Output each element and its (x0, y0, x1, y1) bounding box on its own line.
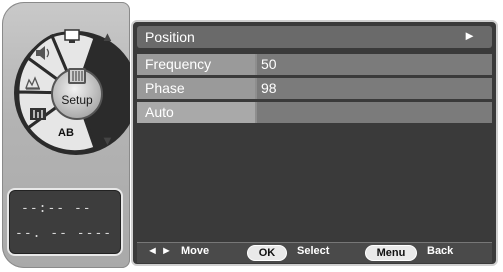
move-arrows-icon: ◄ ► (147, 245, 172, 257)
row-value: 50 (257, 54, 492, 75)
mode-wheel-graphic (14, 29, 130, 155)
select-hint: Select (297, 245, 330, 257)
submenu-arrow-icon: ► (463, 28, 476, 43)
menu-footer: ◄ ► Move OK Select Menu Back (137, 242, 492, 263)
setup-label[interactable]: Setup (54, 93, 100, 107)
clock-time: --:-- -- (21, 201, 92, 216)
row-label: Phase (137, 78, 255, 99)
menu-title: Position (145, 29, 195, 45)
ok-button[interactable]: OK (247, 245, 287, 261)
row-value (257, 102, 492, 123)
menu-row-frequency[interactable]: Frequency 50 (137, 54, 492, 75)
mode-wheel: ▲ ▼ Setup AB (0, 0, 130, 180)
equalizer-icon (30, 108, 46, 120)
clock-date: --. -- ---- (15, 226, 113, 241)
row-label: Auto (137, 102, 255, 123)
row-label: Frequency (137, 54, 255, 75)
scroll-down-icon[interactable]: ▼ (101, 134, 114, 147)
menu-row-phase[interactable]: Phase 98 (137, 78, 492, 99)
scroll-up-icon[interactable]: ▲ (101, 30, 114, 43)
move-hint: Move (181, 245, 210, 257)
back-hint: Back (427, 245, 454, 257)
clock-display: --:-- -- --. -- ---- (7, 188, 123, 256)
osd-menu-panel: Position ► Frequency 50 Phase 98 Auto ◄ … (131, 20, 498, 266)
menu-button[interactable]: Menu (365, 245, 417, 261)
row-value: 98 (257, 78, 492, 99)
setup-icon (68, 68, 86, 84)
menu-header[interactable]: Position ► (137, 26, 492, 48)
menu-row-auto[interactable]: Auto (137, 102, 492, 123)
ab-label[interactable]: AB (58, 127, 74, 139)
